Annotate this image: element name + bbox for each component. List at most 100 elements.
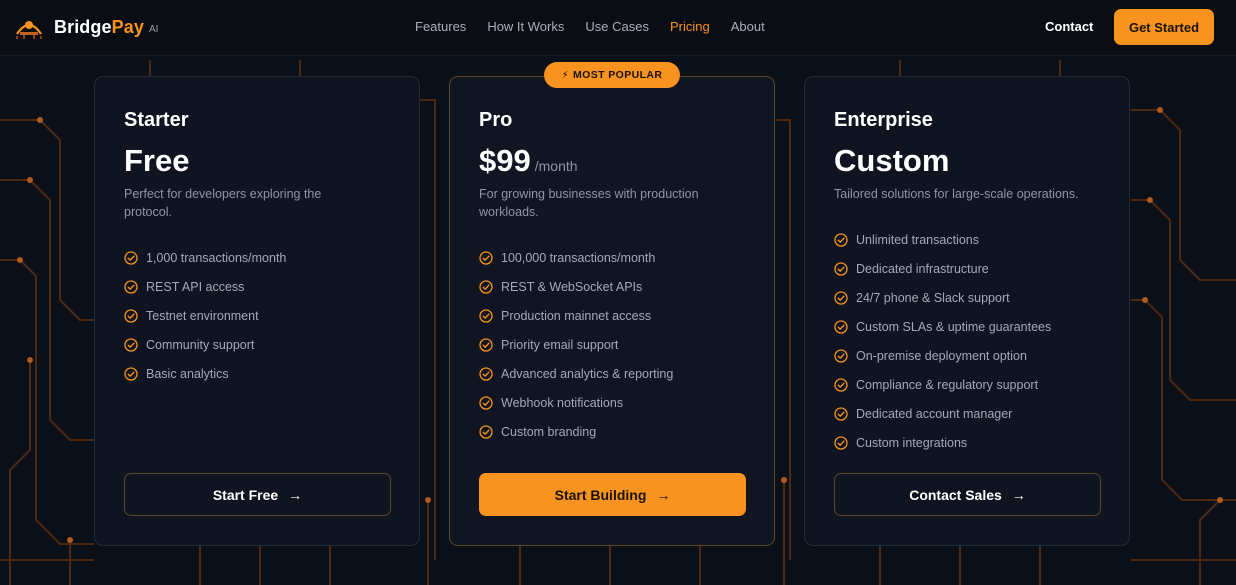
arrow-right-icon: → [288,486,303,503]
check-circle-icon [479,279,493,294]
lightning-icon: ⚡ [561,69,570,81]
top-navbar: BridgePay AI Features How It Works Use C… [0,0,1236,56]
check-circle-icon [479,250,493,265]
brand-name: BridgePay [54,16,144,37]
feature-label: Community support [146,337,255,352]
button-label: Start Building [554,486,647,503]
feature-item: Advanced analytics & reporting [479,359,673,388]
arrow-right-icon: → [1011,486,1026,503]
feature-item: REST API access [124,272,286,301]
check-circle-icon [479,337,493,352]
feature-item: Basic analytics [124,359,286,388]
check-circle-icon [479,308,493,323]
price-row: Free [124,143,189,179]
feature-label: REST & WebSocket APIs [501,279,643,294]
check-circle-icon [834,261,848,276]
feature-list: Unlimited transactions Dedicated infrastr… [834,225,1051,457]
nav-link-pricing[interactable]: Pricing [670,19,710,34]
check-circle-icon [479,424,493,439]
plan-period: /month [534,158,578,174]
pricing-card-starter: Starter Free Perfect for developers expl… [94,76,420,546]
check-circle-icon [479,395,493,410]
check-circle-icon [834,406,848,421]
plan-description: Tailored solutions for large-scale opera… [834,187,1079,201]
nav-link-use-cases[interactable]: Use Cases [585,19,649,34]
feature-item: Testnet environment [124,301,286,330]
feature-label: 100,000 transactions/month [501,250,656,265]
check-circle-icon [479,366,493,381]
plan-description: For growing businesses with production w… [479,187,699,219]
check-circle-icon [834,348,848,363]
plan-price: Custom [834,143,950,178]
feature-item: REST & WebSocket APIs [479,272,673,301]
plan-name: Pro [479,109,513,131]
feature-item: Dedicated infrastructure [834,254,1051,283]
brand-logo[interactable]: BridgePay AI [14,14,158,40]
check-circle-icon [834,290,848,305]
plan-name: Starter [124,109,189,131]
check-circle-icon [124,308,138,323]
nav-links: Features How It Works Use Cases Pricing … [415,19,786,34]
feature-label: Unlimited transactions [856,232,979,247]
feature-label: Dedicated infrastructure [856,261,989,276]
check-circle-icon [834,232,848,247]
brand-suffix: AI [148,23,159,35]
get-started-button[interactable]: Get Started [1114,9,1214,45]
price-row: Custom [834,143,949,179]
feature-label: 1,000 transactions/month [146,250,287,265]
check-circle-icon [124,250,138,265]
feature-item: 24/7 phone & Slack support [834,283,1051,312]
check-circle-icon [124,279,138,294]
feature-item: Compliance & regulatory support [834,370,1051,399]
feature-label: Custom SLAs & uptime guarantees [856,319,1052,334]
check-circle-icon [834,377,848,392]
feature-item: 100,000 transactions/month [479,243,673,272]
nav-contact-link[interactable]: Contact [1045,19,1093,34]
arrow-right-icon: → [656,486,671,503]
feature-item: 1,000 transactions/month [124,243,286,272]
feature-item: Webhook notifications [479,388,673,417]
price-row: $99 /month [479,143,578,179]
nav-link-about[interactable]: About [731,19,765,34]
feature-label: Priority email support [501,337,619,352]
check-circle-icon [124,366,138,381]
feature-label: On-premise deployment option [856,348,1027,363]
feature-label: Webhook notifications [501,395,624,410]
badge-label: MOST POPULAR [573,69,663,81]
feature-item: Unlimited transactions [834,225,1051,254]
button-label: Start Free [212,486,279,503]
start-free-button[interactable]: Start Free → [124,473,391,516]
check-circle-icon [834,435,848,450]
pricing-card-pro: Pro $99 /month For growing businesses wi… [449,76,775,546]
feature-label: REST API access [146,279,245,294]
feature-label: Advanced analytics & reporting [501,366,674,381]
plan-price: $99 [479,143,531,178]
check-circle-icon [124,337,138,352]
bridge-logo-icon [16,21,42,39]
feature-label: Testnet environment [146,308,259,323]
feature-label: Compliance & regulatory support [856,377,1039,392]
check-circle-icon [834,319,848,334]
start-building-button[interactable]: Start Building → [479,473,746,516]
feature-label: 24/7 phone & Slack support [856,290,1010,305]
pricing-card-enterprise: Enterprise Custom Tailored solutions for… [804,76,1130,546]
feature-label: Custom integrations [856,435,968,450]
feature-item: Dedicated account manager [834,399,1051,428]
most-popular-badge: ⚡ MOST POPULAR [544,62,680,88]
feature-item: Custom branding [479,417,673,446]
feature-item: Production mainnet access [479,301,673,330]
feature-list: 100,000 transactions/month REST & WebSock… [479,243,673,446]
button-label: Contact Sales [909,486,1002,503]
feature-item: Community support [124,330,286,359]
nav-link-how-it-works[interactable]: How It Works [487,19,564,34]
feature-label: Basic analytics [146,366,229,381]
nav-link-features[interactable]: Features [415,19,466,34]
plan-description: Perfect for developers exploring the pro… [124,187,322,219]
feature-item: Priority email support [479,330,673,359]
feature-item: Custom integrations [834,428,1051,457]
feature-label: Production mainnet access [501,308,652,323]
contact-sales-button[interactable]: Contact Sales → [834,473,1101,516]
feature-label: Custom branding [501,424,597,439]
feature-list: 1,000 transactions/month REST API access T… [124,243,286,388]
plan-price: Free [124,143,190,178]
